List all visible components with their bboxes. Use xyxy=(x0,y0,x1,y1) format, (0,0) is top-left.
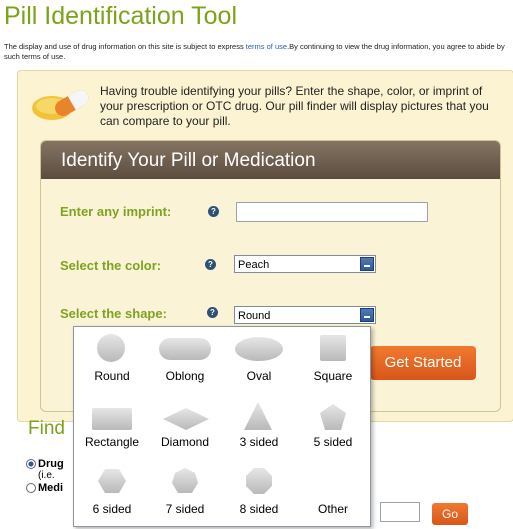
color-select[interactable]: Peach xyxy=(234,255,376,273)
shape-label-other: Other xyxy=(317,502,348,516)
shape-help-icon[interactable]: ? xyxy=(207,307,218,318)
imprint-label: Enter any imprint: xyxy=(60,204,172,219)
medication-radio-label: Medi xyxy=(38,482,64,494)
heptagon-shape-icon xyxy=(172,468,198,493)
shape-label-rectangle: Rectangle xyxy=(84,435,140,449)
shape-label-7-sided: 7 sided xyxy=(165,502,205,516)
pentagon-shape-icon xyxy=(320,404,346,430)
pill-logo-icon xyxy=(32,90,89,120)
form-header: Identify Your Pill or Medication xyxy=(41,141,500,179)
go-button[interactable]: Go xyxy=(432,503,468,525)
shape-label-diamond: Diamond xyxy=(160,435,210,449)
oblong-shape-icon xyxy=(159,338,211,360)
imprint-help-icon[interactable]: ? xyxy=(208,206,219,217)
triangle-shape-icon xyxy=(244,402,272,430)
oval-shape-icon xyxy=(235,337,283,361)
disclaimer-text-pre: The display and use of drug information … xyxy=(4,42,246,51)
drug-radio-label: Drug xyxy=(38,458,64,470)
square-shape-icon xyxy=(320,335,346,361)
shape-label-3-sided: 3 sided xyxy=(239,435,279,449)
find-heading: Find xyxy=(28,418,65,439)
get-started-button[interactable]: Get Started xyxy=(370,346,476,380)
round-shape-icon xyxy=(97,334,125,362)
terms-of-use-link[interactable]: terms of use xyxy=(246,42,287,51)
color-help-icon[interactable]: ? xyxy=(205,259,216,270)
shape-label: Select the shape: xyxy=(60,306,167,321)
shape-label-8-sided: 8 sided xyxy=(239,502,279,516)
imprint-input[interactable] xyxy=(236,202,428,222)
shape-select[interactable]: Round xyxy=(234,306,376,324)
drug-radio-sub: (i.e. xyxy=(38,470,55,481)
color-select-arrow-icon[interactable] xyxy=(360,257,374,271)
shape-label-oval: Oval xyxy=(246,369,272,383)
intro-text: Having trouble identifying your pills? E… xyxy=(100,84,489,128)
form-title: Identify Your Pill or Medication xyxy=(61,150,316,171)
diamond-shape-icon xyxy=(163,408,209,430)
drug-radio[interactable] xyxy=(26,459,36,470)
shape-label-6-sided: 6 sided xyxy=(92,502,132,516)
shape-label-oblong: Oblong xyxy=(165,369,205,383)
color-label: Select the color: xyxy=(60,258,162,273)
octagon-shape-icon xyxy=(246,468,272,494)
shape-select-arrow-icon[interactable] xyxy=(360,308,374,322)
drug-search-input[interactable] xyxy=(380,502,420,522)
shape-label-round: Round xyxy=(94,369,130,383)
shape-label-5-sided: 5 sided xyxy=(313,435,353,449)
medication-radio[interactable] xyxy=(26,483,36,494)
rectangle-shape-icon xyxy=(92,408,132,430)
disclaimer: The display and use of drug information … xyxy=(4,42,510,62)
find-options: Drug (i.e. Medi xyxy=(26,458,64,494)
hexagon-shape-icon xyxy=(98,469,126,493)
color-select-value: Peach xyxy=(238,259,270,271)
shape-label-square: Square xyxy=(313,369,353,383)
page-title: Pill Identification Tool xyxy=(4,2,238,30)
shape-select-value: Round xyxy=(238,310,271,322)
shape-dropdown-menu: Round Oblong Oval Square Rectangle Diamo… xyxy=(73,326,371,527)
